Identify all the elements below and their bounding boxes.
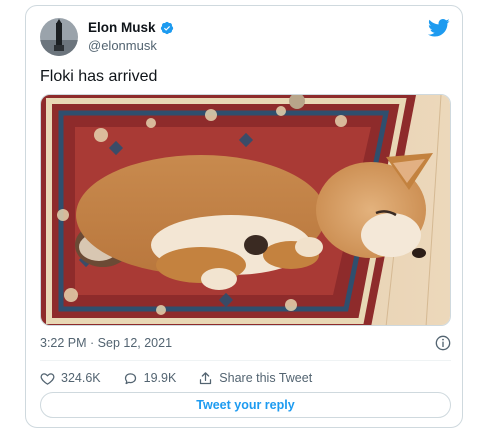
timestamp-row: 3:22 PM · Sep 12, 2021 (40, 335, 451, 354)
heart-icon (40, 372, 55, 385)
reply-count-button[interactable]: 19.9K (123, 371, 177, 386)
reply-button-label: Tweet your reply (196, 398, 295, 412)
shiba-inu-puppy-photo-icon (41, 95, 450, 325)
like-count: 324.6K (61, 371, 101, 385)
divider (40, 360, 451, 361)
share-label: Share this Tweet (219, 371, 313, 385)
twitter-bird-icon[interactable] (428, 18, 450, 38)
tweet-your-reply-button[interactable]: Tweet your reply (40, 392, 451, 418)
reply-count: 19.9K (143, 371, 177, 385)
share-icon (200, 371, 212, 384)
tweet-text: Floki has arrived (40, 68, 158, 85)
verified-badge-icon (160, 21, 173, 34)
action-bar: 324.6K 19.9K Share this Tweet (40, 368, 334, 388)
tweet-card: Elon Musk @elonmusk Floki has arrived 3:… (25, 5, 463, 428)
author-name[interactable]: Elon Musk (88, 20, 174, 35)
reply-bubble-icon (124, 372, 136, 384)
avatar[interactable] (40, 18, 78, 56)
like-button[interactable]: 324.6K (40, 371, 101, 386)
tweet-photo[interactable] (40, 94, 451, 326)
author-handle[interactable]: @elonmusk (88, 38, 157, 53)
author-name-text[interactable]: Elon Musk (88, 20, 156, 35)
tweet-timestamp[interactable]: 3:22 PM · Sep 12, 2021 (40, 336, 172, 350)
share-button[interactable]: Share this Tweet (198, 371, 312, 386)
info-icon[interactable] (435, 335, 451, 351)
